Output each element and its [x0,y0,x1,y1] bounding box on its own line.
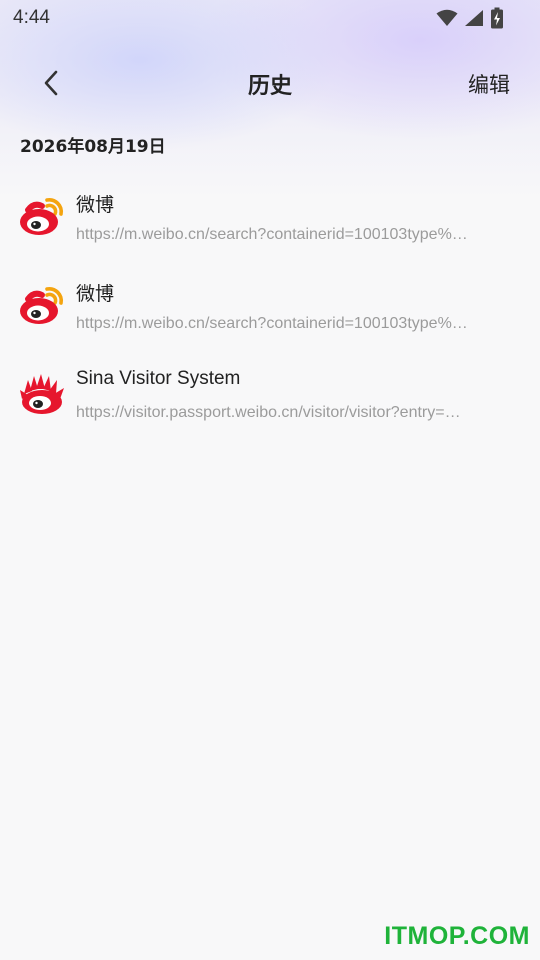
history-item-title: Sina Visitor System [76,368,241,389]
status-icons [436,7,504,29]
page-title: 历史 [247,74,292,99]
status-time: 4:44 [13,7,50,28]
signal-icon [465,10,483,26]
history-item-url: https://visitor.passport.weibo.cn/visito… [76,404,461,421]
history-item-title: 微博 [76,195,115,216]
watermark-text: ITMOP.COM [384,922,530,950]
wifi-icon [436,9,458,26]
history-date-header: 2026年08月19日 [20,137,166,157]
history-item-url: https://m.weibo.cn/search?containerid=10… [76,315,468,332]
app-header: 历史 编辑 [0,52,540,114]
status-bar: 4:44 [0,0,540,36]
weibo-logo-icon [20,287,63,324]
history-item[interactable]: 微博 https://m.weibo.cn/search?containerid… [0,271,540,360]
battery-icon [491,7,503,29]
history-item[interactable]: Sina Visitor System https://visitor.pass… [0,360,540,449]
edit-button[interactable]: 编辑 [468,69,510,99]
history-item-url: https://m.weibo.cn/search?containerid=10… [76,226,468,243]
history-list: 微博 https://m.weibo.cn/search?containerid… [0,182,540,449]
history-item-title: 微博 [76,284,115,305]
history-item[interactable]: 微博 https://m.weibo.cn/search?containerid… [0,182,540,271]
sina-logo-icon [20,374,64,414]
weibo-logo-icon [20,198,63,235]
